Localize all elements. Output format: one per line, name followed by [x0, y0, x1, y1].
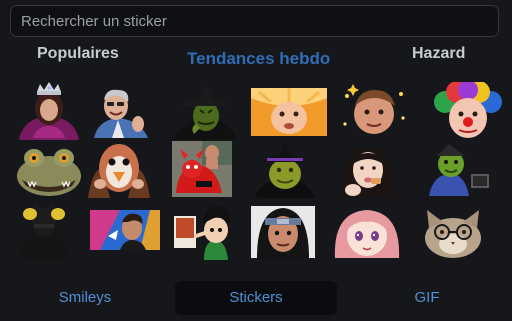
sticker-queen[interactable]	[15, 80, 83, 140]
blue-background-man-sticker-icon	[90, 210, 160, 250]
sticker-clown[interactable]	[433, 80, 503, 140]
bird-face-sticker-icon	[88, 144, 150, 198]
sticker-red-dog[interactable]	[172, 141, 232, 197]
bottom-nav: Smileys Stickers GIF	[0, 281, 512, 315]
sticker-orange-face[interactable]	[251, 88, 327, 136]
glasses-cat-sticker-icon	[425, 210, 481, 258]
crowned-woman-sticker-icon	[19, 82, 79, 140]
tab-stickers[interactable]: Stickers	[175, 281, 337, 315]
sticker-witch-hat[interactable]	[170, 80, 240, 140]
sticker-cartoon-pointing[interactable]	[170, 202, 234, 260]
laughing-man-sticker-icon	[94, 89, 148, 138]
sticker-anime-girl[interactable]	[331, 206, 403, 258]
orange-slice-face-sticker-icon	[251, 88, 327, 136]
cartoon-pointing-sticker-icon	[174, 206, 230, 260]
sticker-frog-monster[interactable]	[14, 142, 84, 198]
sticker-girl-eating[interactable]	[331, 140, 405, 198]
green-goblin-sticker-icon	[429, 144, 489, 196]
green-ogre-witch-sticker-icon	[255, 140, 315, 198]
sticker-glasses-cat[interactable]	[421, 208, 485, 258]
sticker-sparkle-face[interactable]	[339, 84, 409, 138]
girl-eating-sticker-icon	[341, 146, 395, 198]
frog-creature-sticker-icon	[17, 149, 81, 196]
dark-figure-sticker-icon	[20, 202, 68, 260]
anime-headband-man-sticker-icon	[251, 206, 315, 258]
pink-anime-girl-sticker-icon	[334, 210, 400, 258]
clown-sticker-icon	[434, 80, 502, 138]
green-witch-sticker-icon	[174, 82, 236, 140]
sticker-gray-hair-man[interactable]	[92, 86, 150, 138]
sticker-blue-man[interactable]	[90, 210, 160, 250]
tab-gif[interactable]: GIF	[374, 281, 480, 315]
tab-smileys[interactable]: Smileys	[32, 281, 138, 315]
sticker-bird-face[interactable]	[86, 140, 152, 198]
sticker-itachi-man[interactable]	[251, 206, 315, 258]
sticker-grid	[0, 0, 512, 321]
sticker-dark-figure[interactable]	[14, 200, 74, 260]
sticker-green-goblin[interactable]	[425, 144, 491, 196]
red-dog-meme-sticker-icon	[172, 141, 232, 197]
sticker-shrek-witch[interactable]	[253, 140, 317, 198]
sparkle-face-sticker-icon	[343, 84, 405, 134]
